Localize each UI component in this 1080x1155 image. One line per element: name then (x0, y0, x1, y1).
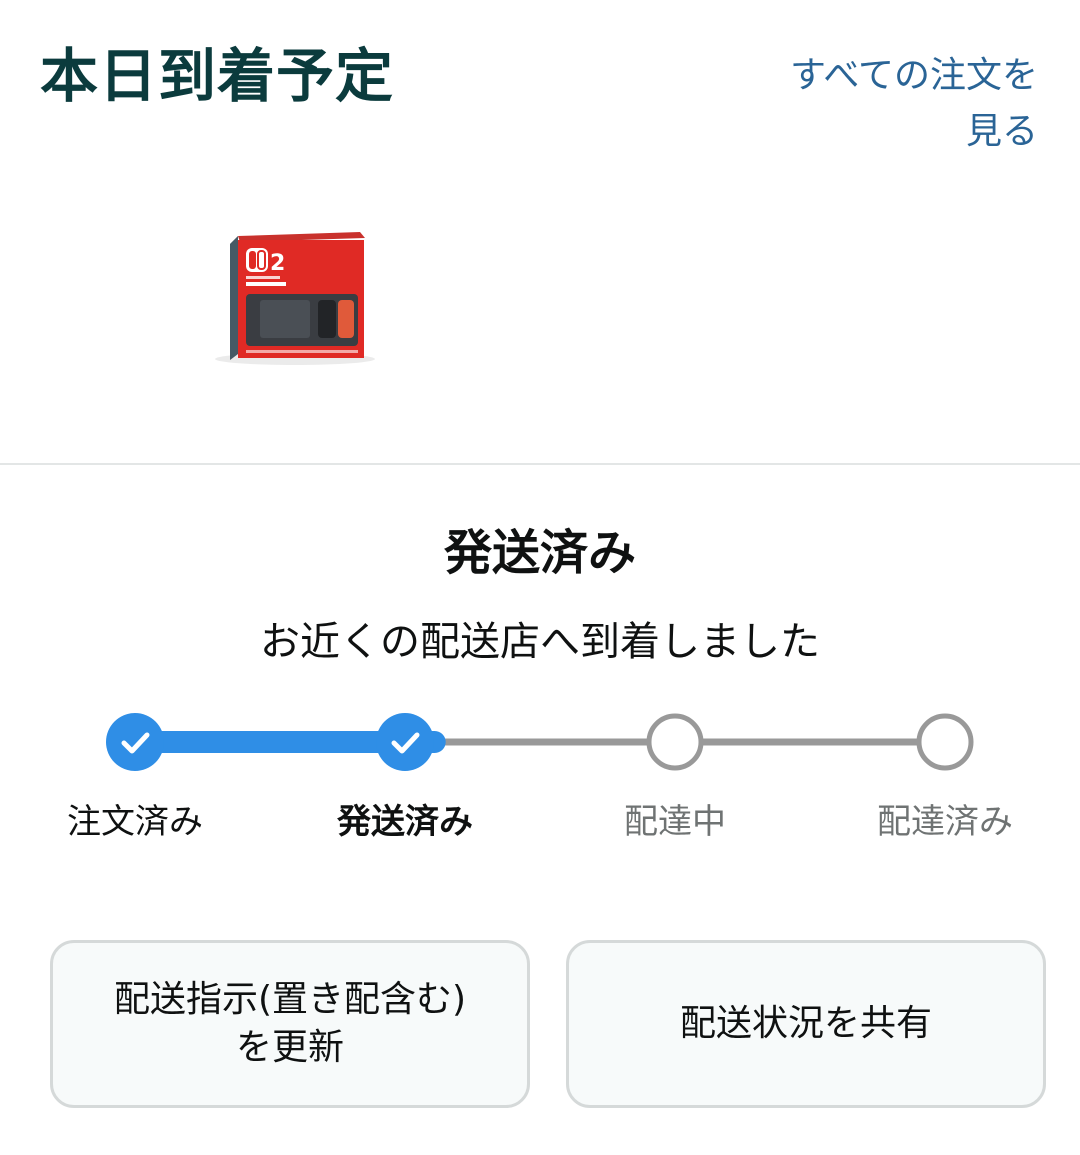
shipment-progress-tracker: 注文済み 発送済み 配達中 配達済み (0, 700, 1080, 850)
share-tracking-label: 配送状況を共有 (679, 1003, 932, 1044)
product-image[interactable]: 2 (200, 224, 375, 374)
step-label-shipped: 発送済み (337, 802, 473, 842)
step-label-delivered: 配達済み (877, 802, 1013, 842)
section-divider (0, 463, 1080, 465)
product-box-text: 2 (270, 251, 285, 276)
step-marker-3 (646, 713, 704, 771)
shipment-status-title: 発送済み (443, 525, 636, 581)
share-tracking-button[interactable]: 配送状況を共有 (566, 940, 1046, 1108)
step-label-out-for-delivery: 配達中 (624, 802, 726, 842)
update-delivery-instructions-button[interactable]: 配送指示(置き配含む) を更新 (50, 940, 530, 1108)
shipment-status-detail: お近くの配送店へ到着しました (260, 619, 820, 665)
page-title: 本日到着予定 (40, 42, 395, 110)
view-all-orders-label-line1: すべての注文を (789, 55, 1038, 96)
step-marker-1 (106, 713, 164, 771)
update-delivery-instructions-label-line1: 配送指示(置き配含む) (113, 979, 467, 1020)
step-marker-4 (916, 713, 974, 771)
update-delivery-instructions-label-line2: を更新 (235, 1027, 344, 1068)
view-all-orders-label-line2: 見る (965, 111, 1038, 152)
product-box-icon: 2 (215, 232, 375, 365)
view-all-orders-link[interactable]: すべての注文を 見る (738, 48, 1038, 160)
step-marker-2 (376, 713, 434, 771)
progress-line (106, 713, 974, 771)
step-label-ordered: 注文済み (67, 802, 203, 842)
